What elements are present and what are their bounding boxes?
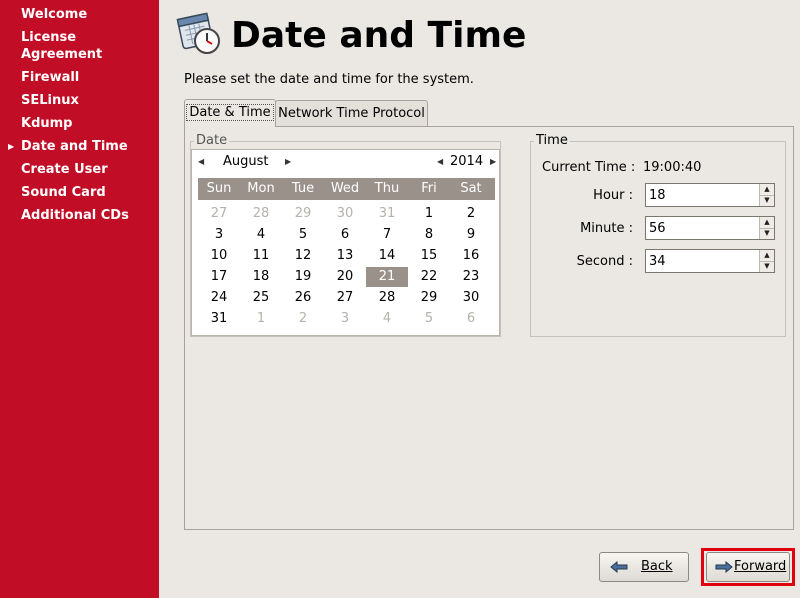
- hour-spinbox[interactable]: ▲ ▼: [645, 183, 775, 207]
- minute-spinbox[interactable]: ▲ ▼: [645, 216, 775, 240]
- hour-input[interactable]: [646, 184, 761, 206]
- back-arrow-icon: [610, 561, 628, 573]
- sidebar-item-firewall[interactable]: Firewall: [21, 69, 79, 86]
- sidebar-item-selinux[interactable]: SELinux: [21, 92, 79, 109]
- calendar-day[interactable]: 26: [282, 288, 324, 308]
- calendar-clock-icon: [176, 12, 220, 54]
- calendar-day[interactable]: 28: [366, 288, 408, 308]
- calendar-day[interactable]: 2: [450, 204, 492, 224]
- calendar-day[interactable]: 28: [240, 204, 282, 224]
- weekday-label: Sun: [206, 181, 232, 196]
- calendar-day[interactable]: 4: [366, 309, 408, 329]
- month-label: August: [223, 154, 269, 169]
- calendar-day[interactable]: 20: [324, 267, 366, 287]
- current-time-value: 19:00:40: [643, 160, 702, 175]
- next-month-icon[interactable]: ▶: [285, 157, 291, 166]
- current-time-label: Current Time :: [542, 160, 636, 175]
- weekday-label: Thu: [374, 181, 400, 196]
- hour-down-icon[interactable]: ▼: [760, 195, 774, 206]
- hour-label: Hour :: [593, 188, 633, 203]
- calendar-day[interactable]: 6: [324, 225, 366, 245]
- calendar-day[interactable]: 12: [282, 246, 324, 266]
- calendar-day[interactable]: 29: [282, 204, 324, 224]
- second-spin-buttons: ▲ ▼: [759, 250, 774, 272]
- calendar-day[interactable]: 14: [366, 246, 408, 266]
- calendar-day[interactable]: 5: [408, 309, 450, 329]
- sidebar-item-license-line2[interactable]: Agreement: [21, 46, 102, 63]
- calendar-day[interactable]: 1: [240, 309, 282, 329]
- calendar-day[interactable]: 18: [240, 267, 282, 287]
- calendar-day[interactable]: 27: [198, 204, 240, 224]
- calendar-day[interactable]: 25: [240, 288, 282, 308]
- calendar-day[interactable]: 31: [366, 204, 408, 224]
- minute-spin-buttons: ▲ ▼: [759, 217, 774, 239]
- sidebar: Welcome License Agreement Firewall SELin…: [0, 0, 159, 598]
- calendar-day[interactable]: 27: [324, 288, 366, 308]
- prev-month-icon[interactable]: ◀: [198, 157, 204, 166]
- second-down-icon[interactable]: ▼: [760, 261, 774, 272]
- forward-button[interactable]: Forward: [706, 552, 790, 582]
- calendar-day[interactable]: 22: [408, 267, 450, 287]
- tab-network-time-protocol[interactable]: Network Time Protocol: [275, 100, 428, 126]
- minute-label: Minute :: [580, 221, 633, 236]
- calendar-day[interactable]: 6: [450, 309, 492, 329]
- minute-input[interactable]: [646, 217, 761, 239]
- next-year-icon[interactable]: ▶: [490, 157, 496, 166]
- calendar-day[interactable]: 13: [324, 246, 366, 266]
- calendar-day[interactable]: 10: [198, 246, 240, 266]
- minute-down-icon[interactable]: ▼: [760, 228, 774, 239]
- calendar-day[interactable]: 31: [198, 309, 240, 329]
- weekday-label: Fri: [421, 181, 437, 196]
- calendar-day[interactable]: 5: [282, 225, 324, 245]
- calendar-day[interactable]: 4: [240, 225, 282, 245]
- calendar-day[interactable]: 24: [198, 288, 240, 308]
- calendar-day[interactable]: 9: [450, 225, 492, 245]
- second-input[interactable]: [646, 250, 761, 272]
- weekday-label: Tue: [291, 181, 315, 196]
- sidebar-item-welcome[interactable]: Welcome: [21, 6, 87, 23]
- weekday-label: Wed: [330, 181, 360, 196]
- tab-date-time[interactable]: Date & Time: [184, 99, 276, 127]
- weekday-label: Mon: [247, 181, 275, 196]
- tab-date-time-label: Date & Time: [186, 104, 274, 121]
- calendar-day[interactable]: 3: [198, 225, 240, 245]
- calendar-day[interactable]: 19: [282, 267, 324, 287]
- sidebar-item-sound-card[interactable]: Sound Card: [21, 184, 106, 201]
- current-step-arrow-icon: ▶: [8, 142, 15, 151]
- sidebar-item-kdump[interactable]: Kdump: [21, 115, 73, 132]
- hour-spin-buttons: ▲ ▼: [759, 184, 774, 206]
- sidebar-item-additional-cds[interactable]: Additional CDs: [21, 207, 129, 224]
- calendar-day[interactable]: 3: [324, 309, 366, 329]
- calendar-day[interactable]: 7: [366, 225, 408, 245]
- back-button[interactable]: Back: [599, 552, 689, 582]
- calendar-day[interactable]: 30: [450, 288, 492, 308]
- back-button-label: Back: [641, 559, 673, 574]
- calendar-day[interactable]: 16: [450, 246, 492, 266]
- calendar-day[interactable]: 21: [366, 267, 408, 287]
- second-spinbox[interactable]: ▲ ▼: [645, 249, 775, 273]
- calendar-day[interactable]: 23: [450, 267, 492, 287]
- calendar-day[interactable]: 29: [408, 288, 450, 308]
- sidebar-item-create-user[interactable]: Create User: [21, 161, 108, 178]
- calendar-day[interactable]: 2: [282, 309, 324, 329]
- date-frame-label: Date: [194, 133, 230, 149]
- page-title: Date and Time: [231, 15, 527, 56]
- instruction-text: Please set the date and time for the sys…: [184, 72, 474, 87]
- weekday-label: Sat: [460, 181, 482, 196]
- sidebar-item-license[interactable]: License: [21, 29, 76, 46]
- second-label: Second :: [576, 254, 633, 269]
- calendar-day[interactable]: 11: [240, 246, 282, 266]
- forward-button-label: Forward: [734, 559, 787, 574]
- forward-arrow-icon: [715, 561, 733, 573]
- calendar-day[interactable]: 8: [408, 225, 450, 245]
- calendar-day[interactable]: 1: [408, 204, 450, 224]
- time-frame-label: Time: [534, 133, 570, 149]
- sidebar-item-date-time[interactable]: Date and Time: [21, 138, 128, 155]
- tab-ntp-label: Network Time Protocol: [278, 106, 425, 121]
- calendar-day[interactable]: 17: [198, 267, 240, 287]
- year-label: 2014: [450, 154, 484, 169]
- calendar-day[interactable]: 15: [408, 246, 450, 266]
- calendar-day[interactable]: 30: [324, 204, 366, 224]
- prev-year-icon[interactable]: ◀: [437, 157, 443, 166]
